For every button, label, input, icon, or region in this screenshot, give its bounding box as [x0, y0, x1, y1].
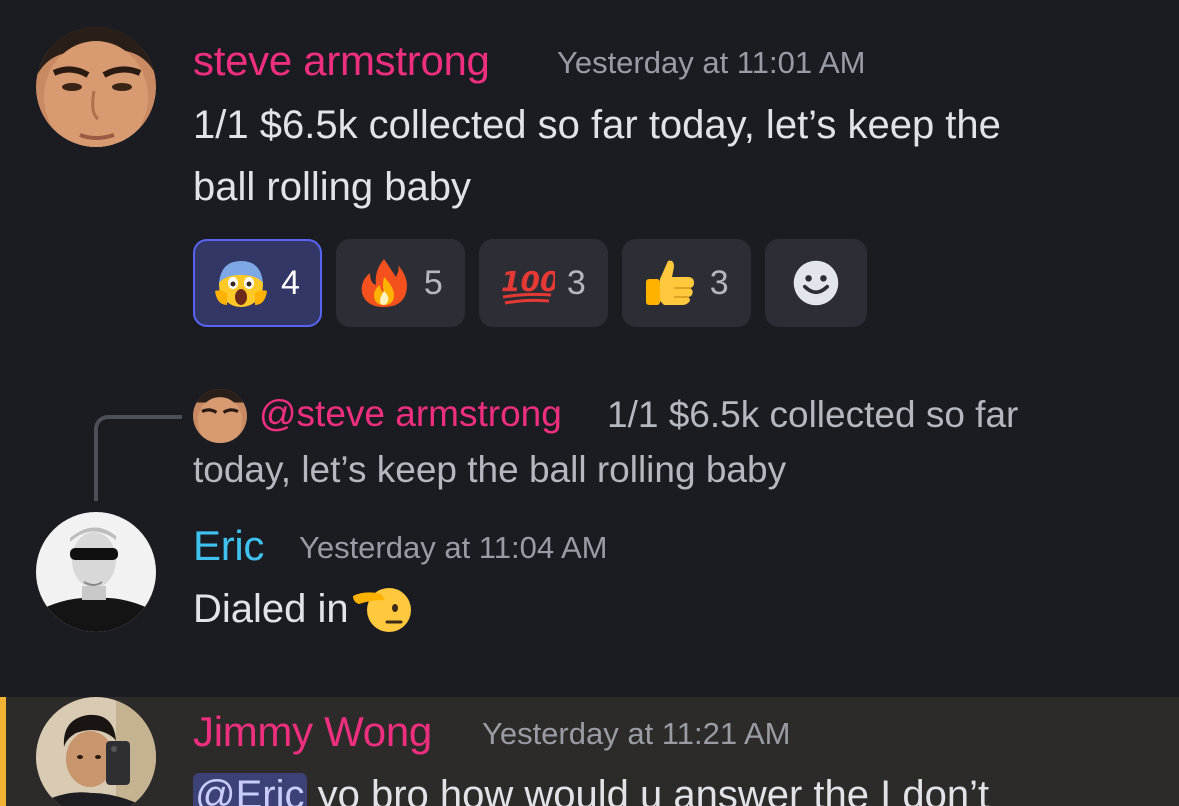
message-timestamp: Yesterday at 11:21 AM — [482, 716, 791, 751]
avatar-steve-armstrong[interactable] — [36, 27, 156, 147]
reaction-scream[interactable]: 4 — [193, 239, 322, 327]
message-author[interactable]: steve armstrong — [193, 37, 490, 85]
saluting-face-icon — [352, 588, 411, 632]
chat-screen: steve armstrong Yesterday at 11:01 AM 1/… — [0, 0, 1179, 806]
reply-connector-line — [94, 415, 182, 501]
reply-preview-text[interactable]: today, let’s keep the ball rolling baby — [193, 449, 786, 491]
add-reaction-smiley-icon — [793, 260, 838, 306]
thumbs-up-icon — [645, 260, 694, 305]
reply-avatar-steve-armstrong[interactable] — [193, 389, 247, 443]
reaction-count: 5 — [423, 263, 443, 302]
user-mention[interactable]: @Eric — [193, 773, 307, 806]
hundred-points-icon: 100 — [501, 265, 555, 305]
message-author[interactable]: Eric — [193, 522, 264, 570]
reply-preview-text[interactable]: 1/1 $6.5k collected so far — [607, 394, 1018, 436]
reaction-fire[interactable]: 5 — [335, 239, 465, 327]
message-text-content: Dialed in — [193, 587, 349, 631]
message-text: @Eric yo bro how would u answer the I do… — [193, 764, 989, 806]
fire-icon — [361, 259, 407, 307]
reaction-thumbs-up[interactable]: 3 — [621, 239, 751, 327]
message-text-content: yo bro how would u answer the I don’t — [306, 773, 990, 806]
message-timestamp: Yesterday at 11:01 AM — [557, 45, 866, 80]
message-text: Dialed in — [193, 578, 411, 640]
add-reaction-button[interactable] — [764, 239, 867, 327]
mention-highlight-bar — [0, 697, 6, 806]
message-timestamp: Yesterday at 11:04 AM — [299, 530, 608, 565]
message-text-line: ball rolling baby — [193, 165, 471, 209]
message-text-line: 1/1 $6.5k collected so far today, let’s … — [193, 103, 1001, 147]
reaction-hundred[interactable]: 100 3 — [478, 239, 608, 327]
avatar-jimmy-wong[interactable] — [36, 697, 156, 806]
message-author[interactable]: Jimmy Wong — [193, 708, 432, 756]
reaction-count: 3 — [709, 263, 729, 302]
reply-mention-author[interactable]: @steve armstrong — [259, 393, 562, 435]
face-screaming-in-fear-icon — [215, 261, 267, 307]
reaction-count: 3 — [566, 263, 586, 302]
avatar-eric[interactable] — [36, 512, 156, 632]
reaction-bar: 4 5 100 3 3 — [193, 239, 867, 327]
reaction-count: 4 — [281, 263, 300, 302]
